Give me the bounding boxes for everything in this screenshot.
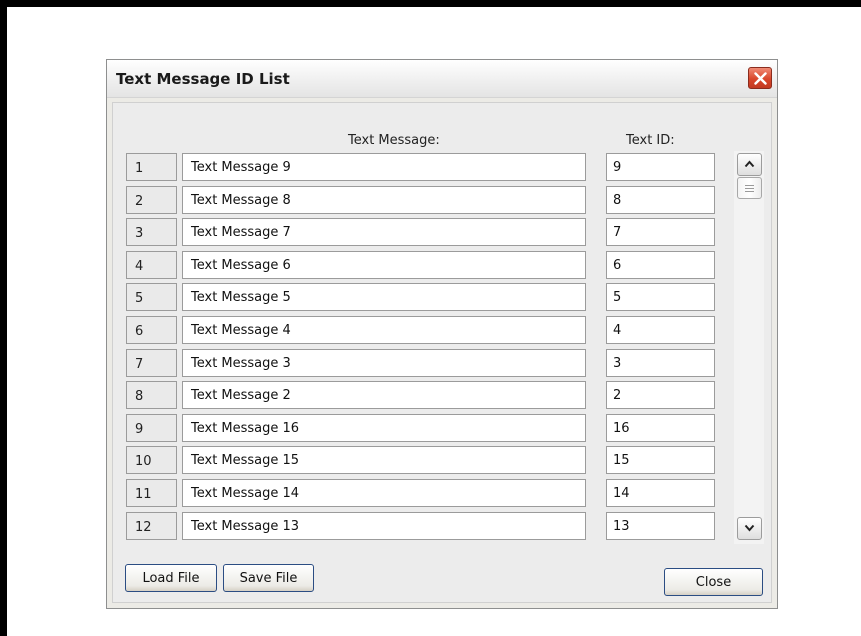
text-id-field[interactable]: 3: [606, 348, 715, 377]
text-id-field[interactable]: 15: [606, 446, 715, 475]
text-message-field[interactable]: Text Message 4: [182, 316, 586, 344]
text-id-column-header: Text ID:: [626, 133, 675, 148]
load-file-button[interactable]: Load File: [125, 564, 217, 592]
row-number-cell: 1: [126, 153, 177, 181]
text-message-field[interactable]: Text Message 15: [182, 446, 586, 475]
text-id-field[interactable]: 7: [606, 218, 715, 247]
text-id-field[interactable]: 14: [606, 479, 715, 507]
text-id-field[interactable]: 2: [606, 381, 715, 410]
text-message-field[interactable]: Text Message 7: [182, 218, 586, 247]
table-row: 12 Text Message 13 13: [113, 511, 733, 541]
dialog-content: Text Message: Text ID: 1 Text Message 9 9 2…: [112, 102, 772, 603]
close-x-icon: [754, 72, 767, 85]
row-number-cell: 9: [126, 413, 177, 442]
window-close-button[interactable]: [748, 67, 772, 89]
table-row: 3 Text Message 7 7: [113, 218, 733, 247]
chevron-down-icon: [744, 524, 755, 532]
row-number-cell: 6: [126, 316, 177, 344]
text-message-field[interactable]: Text Message 14: [182, 479, 586, 507]
text-message-field[interactable]: Text Message 8: [182, 185, 586, 214]
row-number-cell: 5: [126, 283, 177, 312]
table-row: 6 Text Message 4 4: [113, 316, 733, 345]
table-row: 7 Text Message 3 3: [113, 348, 733, 378]
row-number-cell: 4: [126, 250, 177, 279]
text-message-field[interactable]: Text Message 9: [182, 153, 586, 181]
row-number-cell: 12: [126, 511, 177, 540]
row-number-cell: 11: [126, 479, 177, 507]
text-id-field[interactable]: 16: [606, 413, 715, 442]
text-message-field[interactable]: Text Message 5: [182, 283, 586, 312]
text-message-id-list-dialog: Text Message ID List Text Message: Text …: [106, 59, 778, 609]
table-row: 1 Text Message 9 9: [113, 153, 733, 182]
save-file-button[interactable]: Save File: [223, 564, 314, 592]
text-message-field[interactable]: Text Message 2: [182, 381, 586, 410]
text-message-field[interactable]: Text Message 6: [182, 250, 586, 279]
text-message-field[interactable]: Text Message 16: [182, 413, 586, 442]
table-row: 9 Text Message 16 16: [113, 413, 733, 443]
row-number-cell: 2: [126, 185, 177, 214]
text-message-field[interactable]: Text Message 3: [182, 348, 586, 377]
dialog-title: Text Message ID List: [116, 70, 290, 88]
grip-lines-icon: [745, 185, 754, 192]
vertical-scrollbar[interactable]: [734, 151, 764, 544]
screen-border-left: [0, 0, 7, 636]
row-number-cell: 10: [126, 446, 177, 475]
close-button[interactable]: Close: [664, 568, 763, 596]
table-row: 4 Text Message 6 6: [113, 250, 733, 280]
table-row: 11 Text Message 14 14: [113, 479, 733, 508]
text-id-field[interactable]: 5: [606, 283, 715, 312]
text-id-field[interactable]: 9: [606, 153, 715, 181]
table-row: 10 Text Message 15 15: [113, 446, 733, 475]
text-message-column-header: Text Message:: [348, 133, 440, 148]
text-id-field[interactable]: 8: [606, 185, 715, 214]
screen-border-top: [0, 0, 861, 7]
scroll-up-button[interactable]: [737, 153, 762, 176]
text-id-field[interactable]: 13: [606, 511, 715, 540]
row-number-cell: 3: [126, 218, 177, 247]
row-number-cell: 8: [126, 381, 177, 410]
table-row: 8 Text Message 2 2: [113, 381, 733, 410]
text-id-field[interactable]: 4: [606, 316, 715, 344]
scroll-down-button[interactable]: [737, 517, 762, 540]
row-number-cell: 7: [126, 348, 177, 377]
text-id-field[interactable]: 6: [606, 250, 715, 279]
scrollbar-thumb[interactable]: [737, 177, 762, 199]
title-bar: Text Message ID List: [107, 60, 777, 98]
table-row: 5 Text Message 55: [113, 283, 733, 312]
table-row: 2 Text Message 8 8: [113, 185, 733, 215]
chevron-up-icon: [744, 160, 755, 168]
text-message-field[interactable]: Text Message 13: [182, 511, 586, 540]
